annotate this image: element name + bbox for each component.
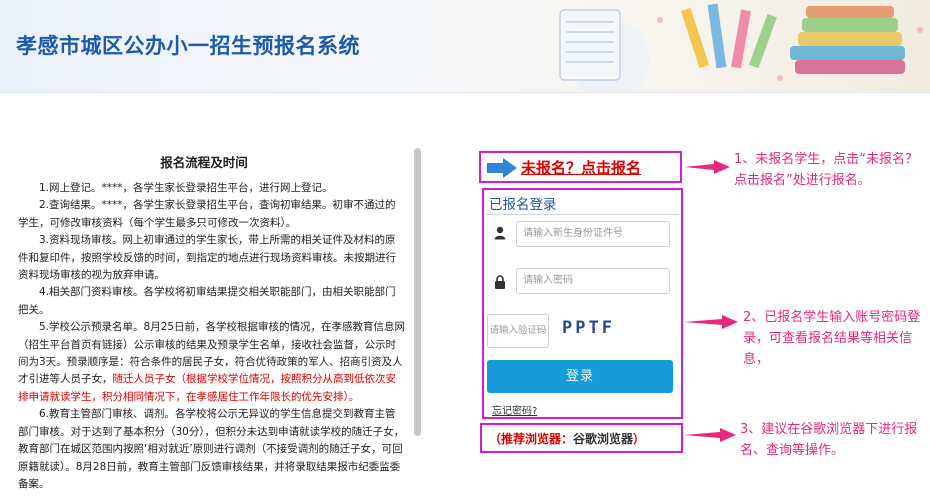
site-header: 孝感市城区公办小一招生预报名系统: [0, 0, 930, 93]
browser-prefix: （推荐浏览器：: [489, 432, 574, 446]
blue-arrow-icon: [487, 158, 517, 178]
info-body: 1.网上登记。****，各学生家长登录招生平台，进行网上登记。 2.查询结果。**…: [18, 180, 406, 493]
password-input[interactable]: 请输入密码: [516, 268, 670, 294]
register-link[interactable]: 未报名？点击报名: [521, 157, 641, 178]
info-text: 6.教育主管部门审核、调剂。各学校将公示无异议的学生信息提交到教育主管部门审核。…: [18, 408, 405, 490]
lock-icon: [495, 275, 505, 289]
browser-name: 谷歌浏览器: [573, 432, 634, 446]
login-title: 已报名登录: [489, 197, 557, 213]
info-scrollbar[interactable]: [414, 148, 421, 436]
info-paragraph: 5.学校公示预录名单。8月25日前，各学校根据审核的情况，在孝感教育信息网（招生…: [18, 319, 406, 406]
forgot-password-link[interactable]: 忘记密码?: [492, 402, 537, 417]
id-number-input[interactable]: 请输入新生身份证件号: [516, 221, 670, 247]
info-text: 3.资料现场审核。网上初审通过的学生家长，带上所需的相关证件及材料的原件和复印件…: [18, 234, 396, 282]
annotation-arrow-3-icon: [684, 428, 736, 442]
info-paragraph: 6.教育主管部门审核、调剂。各学校将公示无异议的学生信息提交到教育主管部门审核。…: [18, 406, 406, 493]
browser-recommendation: （推荐浏览器：谷歌浏览器）: [489, 430, 645, 447]
info-title: 报名流程及时间: [160, 155, 248, 170]
info-paragraph: 3.资料现场审核。网上初审通过的学生家长，带上所需的相关证件及材料的原件和复印件…: [18, 232, 406, 284]
site-title: 孝感市城区公办小一招生预报名系统: [16, 34, 360, 58]
info-paragraph: 1.网上登记。****，各学生家长登录招生平台，进行网上登记。: [18, 180, 406, 197]
annotation-arrow-1-icon: [684, 160, 730, 174]
info-text: 4.相关部门资料审核。各学校将初审结果提交相关职能部门，由相关职能部门把关。: [18, 286, 396, 316]
info-paragraph: 2.查询结果。****，各学生家长登录招生平台，查询初审结果。初审不通过的学生，…: [18, 197, 406, 232]
captcha-input[interactable]: 请输入验证码: [487, 314, 549, 348]
registration-process-panel: 报名流程及时间 1.网上登记。****，各学生家长登录招生平台，进行网上登记。 2…: [0, 144, 418, 503]
info-text: 2.查询结果。****，各学生家长登录招生平台，查询初审结果。初审不通过的学生，…: [18, 199, 396, 229]
browser-suffix: ）: [633, 432, 646, 446]
login-button[interactable]: 登录: [487, 360, 673, 393]
user-icon: [494, 226, 506, 240]
login-divider: [486, 214, 679, 215]
info-text: 1.网上登记。****，各学生家长登录招生平台，进行网上登记。: [39, 182, 333, 194]
captcha-image[interactable]: PPTF: [562, 318, 615, 338]
browser-recommendation-box: （推荐浏览器：谷歌浏览器）: [480, 423, 683, 453]
register-box: 未报名？点击报名: [479, 151, 682, 183]
login-box: 已报名登录 请输入新生身份证件号 请输入密码 请输入验证码 PPTF 登录 忘记…: [482, 188, 683, 419]
books-illustration: [559, 3, 923, 92]
info-paragraph: 4.相关部门资料审核。各学校将初审结果提交相关职能部门，由相关职能部门把关。: [18, 284, 406, 319]
annotation-register: 1、未报名学生，点击“未报名？点击报名”处进行报名。: [734, 152, 919, 188]
annotation-login: 2、已报名学生输入账号密码登录，可查看报名结果等相关信息，: [743, 310, 921, 367]
annotation-arrow-2-icon: [684, 315, 738, 329]
annotation-browser: 3、建议在谷歌浏览器下进行报名、查询等操作。: [740, 422, 918, 458]
